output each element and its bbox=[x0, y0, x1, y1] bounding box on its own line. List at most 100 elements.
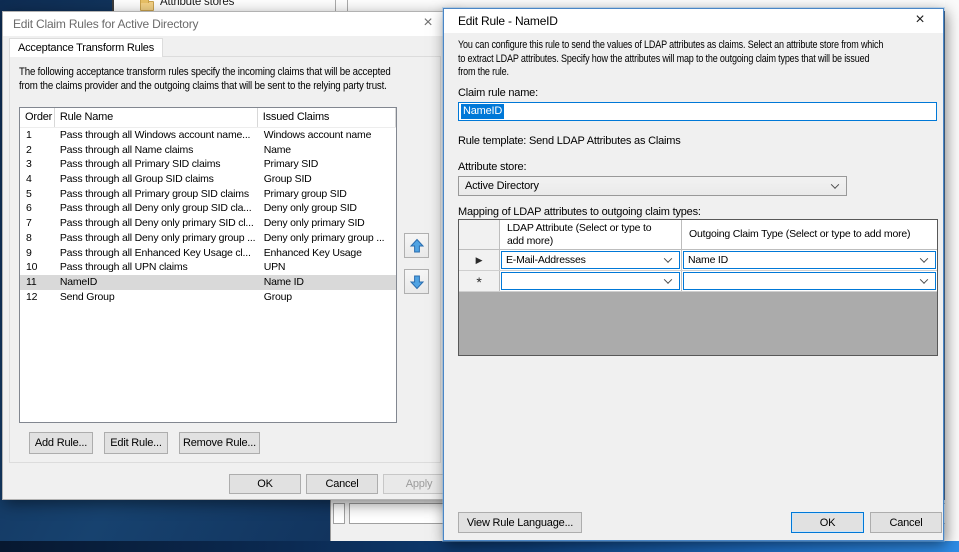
claim-rule-cell-issued-claims: UPN bbox=[258, 260, 396, 275]
claim-rule-cell-rule-name: Pass through all Deny only primary SID c… bbox=[55, 216, 258, 231]
claim-rule-cell-issued-claims: Group SID bbox=[258, 172, 396, 187]
chevron-down-icon bbox=[920, 275, 928, 283]
claim-rule-cell-order: 3 bbox=[20, 157, 55, 172]
outgoing-claim-combo[interactable]: Name ID bbox=[683, 251, 936, 269]
add-rule-button[interactable]: Add Rule... bbox=[29, 432, 93, 454]
attribute-store-value: Active Directory bbox=[465, 180, 539, 192]
up-arrow-icon bbox=[409, 238, 425, 254]
rule-description: You can configure this rule to send the … bbox=[458, 39, 938, 80]
close-icon[interactable]: × bbox=[417, 12, 439, 34]
mapping-label: Mapping of LDAP attributes to outgoing c… bbox=[458, 206, 701, 218]
claim-rule-cell-order: 9 bbox=[20, 246, 55, 261]
outgoing-claim-cell bbox=[682, 271, 937, 291]
claim-rule-cell-order: 8 bbox=[20, 231, 55, 246]
attribute-store-label: Attribute store: bbox=[458, 161, 526, 173]
right-dialog-title: Edit Rule - NameID bbox=[458, 9, 558, 33]
chevron-down-icon bbox=[920, 254, 928, 262]
claim-rule-cell-issued-claims: Name ID bbox=[258, 275, 396, 290]
down-arrow-icon bbox=[409, 274, 425, 290]
pane-divider bbox=[335, 0, 336, 11]
view-rule-language-button[interactable]: View Rule Language... bbox=[458, 512, 582, 533]
claim-rule-row-2[interactable]: 2Pass through all Name claimsName bbox=[20, 143, 396, 158]
claim-rule-cell-rule-name: Pass through all Windows account name... bbox=[55, 128, 258, 143]
claim-rule-cell-issued-claims: Deny only primary group ... bbox=[258, 231, 396, 246]
claim-rule-cell-issued-claims: Primary group SID bbox=[258, 187, 396, 202]
ldap-attribute-cell bbox=[500, 271, 682, 291]
column-header-issued-claims[interactable]: Issued Claims bbox=[258, 108, 396, 127]
ldap-attribute-column-header[interactable]: LDAP Attribute (Select or type to add mo… bbox=[500, 220, 682, 249]
claim-rule-cell-order: 12 bbox=[20, 290, 55, 305]
ldap-attribute-combo[interactable]: E-Mail-Addresses bbox=[501, 251, 680, 269]
claim-rule-cell-rule-name: Send Group bbox=[55, 290, 258, 305]
claim-rule-row-7[interactable]: 7Pass through all Deny only primary SID … bbox=[20, 216, 396, 231]
claim-rule-row-3[interactable]: 3Pass through all Primary SID claimsPrim… bbox=[20, 157, 396, 172]
ldap-attribute-combo-empty[interactable] bbox=[501, 272, 680, 290]
background-window-right bbox=[945, 0, 959, 541]
claim-rule-row-5[interactable]: 5Pass through all Primary group SID clai… bbox=[20, 187, 396, 202]
claim-rule-name-input[interactable]: NameID bbox=[458, 102, 937, 121]
claim-rules-list[interactable]: Order Rule Name Issued Claims 1Pass thro… bbox=[19, 107, 397, 423]
claim-rule-row-1[interactable]: 1Pass through all Windows account name..… bbox=[20, 128, 396, 143]
outgoing-claim-combo-empty[interactable] bbox=[683, 272, 936, 290]
taskbar bbox=[0, 541, 959, 552]
left-dialog-title: Edit Claim Rules for Active Directory bbox=[13, 12, 198, 36]
claim-rules-list-body: 1Pass through all Windows account name..… bbox=[20, 128, 396, 304]
mapping-grid: LDAP Attribute (Select or type to add mo… bbox=[458, 219, 938, 356]
claim-rule-cell-order: 6 bbox=[20, 201, 55, 216]
attribute-store-dropdown[interactable]: Active Directory bbox=[458, 176, 847, 196]
rule-template-label: Rule template: Send LDAP Attributes as C… bbox=[458, 135, 681, 147]
screen: Attribute stores Edit Claim Rules for Ac… bbox=[0, 0, 959, 552]
claim-rule-cell-order: 10 bbox=[20, 260, 55, 275]
left-ok-button[interactable]: OK bbox=[229, 474, 301, 494]
claim-rule-cell-rule-name: Pass through all Group SID claims bbox=[55, 172, 258, 187]
chevron-down-icon bbox=[664, 254, 672, 262]
new-row-indicator: * bbox=[459, 271, 500, 291]
claim-rule-row-11[interactable]: 11NameIDName ID bbox=[20, 275, 396, 290]
claim-rule-row-4[interactable]: 4Pass through all Group SID claimsGroup … bbox=[20, 172, 396, 187]
mapping-grid-header: LDAP Attribute (Select or type to add mo… bbox=[459, 220, 937, 250]
right-cancel-button[interactable]: Cancel bbox=[870, 512, 942, 533]
edit-rule-nameid-dialog: Edit Rule - NameID × You can configure t… bbox=[443, 8, 944, 541]
claim-rule-cell-issued-claims: Group bbox=[258, 290, 396, 305]
claim-rule-row-6[interactable]: 6Pass through all Deny only group SID cl… bbox=[20, 201, 396, 216]
remove-rule-button[interactable]: Remove Rule... bbox=[179, 432, 260, 454]
claim-rule-cell-rule-name: Pass through all Primary SID claims bbox=[55, 157, 258, 172]
outgoing-claim-cell: Name ID bbox=[682, 250, 937, 270]
pane-divider bbox=[347, 0, 348, 11]
column-header-order[interactable]: Order bbox=[20, 108, 55, 127]
move-rule-down-button[interactable] bbox=[404, 269, 429, 294]
claim-rule-cell-issued-claims: Windows account name bbox=[258, 128, 396, 143]
background-panel bbox=[333, 503, 345, 524]
outgoing-claim-column-header[interactable]: Outgoing Claim Type (Select or type to a… bbox=[682, 220, 937, 249]
claim-rule-cell-rule-name: Pass through all Name claims bbox=[55, 143, 258, 158]
tab-acceptance-transform-rules[interactable]: Acceptance Transform Rules bbox=[9, 38, 163, 57]
claim-rule-cell-rule-name: NameID bbox=[55, 275, 258, 290]
claim-rule-row-12[interactable]: 12Send GroupGroup bbox=[20, 290, 396, 305]
claim-rule-cell-order: 1 bbox=[20, 128, 55, 143]
ldap-attribute-cell: E-Mail-Addresses bbox=[500, 250, 682, 270]
right-dialog-titlebar[interactable]: Edit Rule - NameID × bbox=[444, 9, 943, 33]
claim-rule-cell-order: 2 bbox=[20, 143, 55, 158]
edit-claim-rules-dialog: Edit Claim Rules for Active Directory × … bbox=[2, 11, 452, 500]
claim-rule-row-8[interactable]: 8Pass through all Deny only primary grou… bbox=[20, 231, 396, 246]
row-indicator-header bbox=[459, 220, 500, 249]
claim-rule-cell-issued-claims: Primary SID bbox=[258, 157, 396, 172]
right-ok-button[interactable]: OK bbox=[791, 512, 864, 533]
move-rule-up-button[interactable] bbox=[404, 233, 429, 258]
claim-rule-cell-order: 11 bbox=[20, 275, 55, 290]
ldap-attribute-value: E-Mail-Addresses bbox=[506, 254, 586, 266]
attribute-stores-label: Attribute stores bbox=[160, 0, 234, 8]
column-header-rule-name[interactable]: Rule Name bbox=[55, 108, 258, 127]
left-dialog-titlebar[interactable]: Edit Claim Rules for Active Directory × bbox=[3, 12, 451, 36]
left-cancel-button[interactable]: Cancel bbox=[306, 474, 378, 494]
claim-rule-row-10[interactable]: 10Pass through all UPN claimsUPN bbox=[20, 260, 396, 275]
claim-rule-cell-order: 4 bbox=[20, 172, 55, 187]
close-icon[interactable]: × bbox=[909, 9, 931, 31]
mapping-row-current: ▶ E-Mail-Addresses Name ID bbox=[459, 250, 937, 271]
claim-rule-row-9[interactable]: 9Pass through all Enhanced Key Usage cl.… bbox=[20, 246, 396, 261]
claim-rule-name-label: Claim rule name: bbox=[458, 87, 538, 99]
edit-rule-button[interactable]: Edit Rule... bbox=[104, 432, 168, 454]
chevron-down-icon bbox=[664, 275, 672, 283]
claim-rule-cell-issued-claims: Enhanced Key Usage bbox=[258, 246, 396, 261]
claim-rule-cell-order: 5 bbox=[20, 187, 55, 202]
